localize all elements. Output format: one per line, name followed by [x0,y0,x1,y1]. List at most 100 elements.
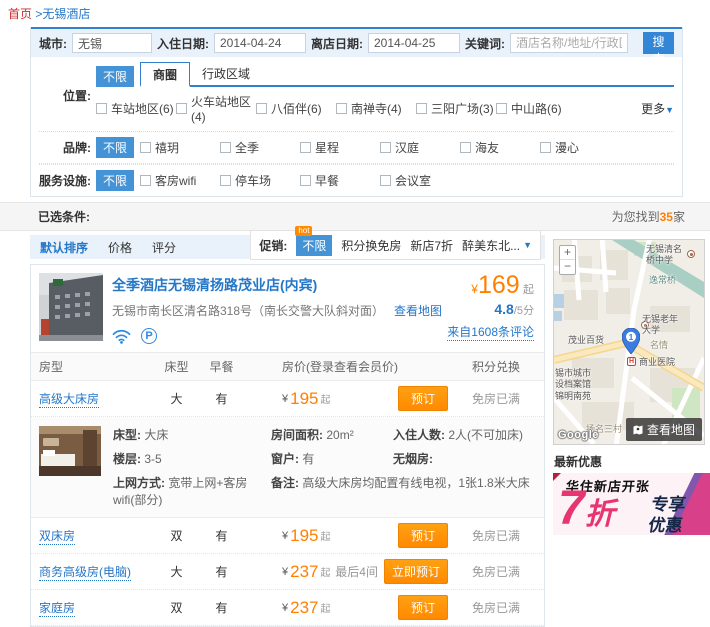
promo-dropdown[interactable]: 醉美东北...▼ [462,237,532,254]
location-option[interactable]: 三阳广场(3) [416,100,496,117]
checkbox[interactable] [176,103,187,114]
room-row: 高级大床房 大 有 ¥195起 预订 免房已满 [31,381,544,417]
facility-option[interactable]: 早餐 [300,172,380,189]
checkbox[interactable] [380,175,391,186]
room-type-link[interactable]: 双床房 [39,529,75,545]
room-type-link[interactable]: 商务高级房(电脑) [39,565,131,581]
checkbox[interactable] [496,103,507,114]
brand-option[interactable]: 漫心 [540,139,620,156]
location-option[interactable]: 火车站地区(4) [176,93,256,124]
brand-option[interactable]: 星程 [300,139,380,156]
facility-option[interactable]: 停车场 [220,172,300,189]
promo-ad-banner[interactable]: 华住新店开张 7折 专享 优惠 [553,473,710,535]
book-button[interactable]: 预订 [398,386,448,411]
google-logo: Google [558,429,599,441]
facility-option[interactable]: 会议室 [380,172,460,189]
breadcrumb-current: 无锡酒店 [42,7,90,21]
book-button[interactable]: 预订 [398,595,448,620]
tab-business-area[interactable]: 商圈 [140,62,190,87]
wifi-icon [112,329,131,344]
mini-map[interactable]: 无锡清名桥中学 逸常桥 无锡老年大学 茂业百货 名情 H 商业医院 锡市城市 设… [553,239,705,445]
book-button[interactable]: 预订 [398,523,448,548]
checkbox[interactable] [416,103,427,114]
sort-score[interactable]: 评分 [152,239,176,256]
location-option[interactable]: 车站地区(6) [96,100,176,117]
zoom-out-button[interactable]: − [560,260,575,274]
checkbox[interactable] [300,142,311,153]
promo-unlimited-badge[interactable]: 不限 [296,235,332,256]
checkout-input[interactable] [368,33,460,53]
keyword-input[interactable] [510,33,628,53]
book-now-button[interactable]: 立即预订 [384,559,448,584]
checkbox[interactable] [140,142,151,153]
promo-new-store[interactable]: 新店7折 [410,237,453,254]
reviews-link[interactable]: 来自1608条评论 [447,323,534,341]
checkbox[interactable] [300,175,311,186]
map-poi-residence: 锦明南苑 [555,391,591,402]
hotel-photo[interactable] [39,273,103,341]
redeem-status: 免房已满 [456,599,536,616]
brand-unlimited-badge[interactable]: 不限 [96,137,134,158]
facility-option[interactable]: 客房wifi [140,172,220,189]
hospital-icon: H [627,357,636,366]
sort-price[interactable]: 价格 [108,239,132,256]
map-pin[interactable]: 1 [622,328,640,354]
svg-text:1: 1 [629,332,634,342]
checkbox[interactable] [220,142,231,153]
checkbox[interactable] [220,175,231,186]
map-poi-bridge: 逸常桥 [649,275,676,286]
hot-badge: hot [295,226,312,236]
filter-box: 位置: 不限 商圈 行政区域 车站地区(6) 火车站地区(4) 八佰伴(6) 南… [31,57,682,196]
location-option[interactable]: 八佰伴(6) [256,100,336,117]
brand-option[interactable]: 全季 [220,139,300,156]
sort-default[interactable]: 默认排序 [40,239,88,256]
ad-subtext: 专享 优惠 [647,494,687,535]
result-count-number: 35 [660,210,673,224]
checkbox[interactable] [96,103,107,114]
brand-option[interactable]: 汉庭 [380,139,460,156]
checkbox[interactable] [460,142,471,153]
brand-option[interactable]: 禧玥 [140,139,220,156]
location-unlimited-badge[interactable]: 不限 [96,66,134,87]
room-table-header: 房型 床型 早餐 房价(登录查看会员价) 积分兑换 [31,352,544,381]
hotel-name-link[interactable]: 全季酒店无锡清扬路茂业店(内宾) [112,275,424,295]
map-icon [633,425,643,435]
room-price: 237 [290,598,318,618]
location-option[interactable]: 中山路(6) [496,100,576,117]
promo-points-free[interactable]: 积分换免房 [341,237,401,254]
room-row: 家庭房 双 有 ¥237起 预订 免房已满 [31,590,544,626]
facility-unlimited-badge[interactable]: 不限 [96,170,134,191]
checkbox[interactable] [140,175,151,186]
room-type-link[interactable]: 高级大床房 [39,392,99,408]
filter-row-location: 位置: 不限 商圈 行政区域 车站地区(6) 火车站地区(4) 八佰伴(6) 南… [39,59,674,132]
hotel-price: 169 [478,271,520,299]
tab-admin-district[interactable]: 行政区域 [190,62,262,85]
room-type-link[interactable]: 家庭房 [39,601,75,617]
checkbox[interactable] [336,103,347,114]
checkbox[interactable] [256,103,267,114]
parking-icon: P [141,328,157,344]
location-option[interactable]: 南禅寺(4) [336,100,416,117]
hotel-score: 4.8 [494,301,513,317]
checkout-label: 离店日期: [311,35,363,52]
checkbox[interactable] [380,142,391,153]
brand-label: 品牌: [39,139,91,156]
breadcrumb-home-link[interactable]: 首页 [8,7,32,21]
map-poi-school: 无锡清名桥中学 [646,244,686,266]
more-link[interactable]: 更多▼ [641,100,674,117]
checkbox[interactable] [540,142,551,153]
zoom-in-button[interactable]: + [560,246,575,260]
brand-option[interactable]: 海友 [460,139,540,156]
search-button[interactable]: 搜索 [643,32,674,54]
view-map-button[interactable]: 查看地图 [626,418,702,441]
promo-label: 促销: [259,237,287,254]
room-photo[interactable] [39,426,101,476]
city-label: 城市: [39,35,67,52]
latest-offers-title: 最新优惠 [554,453,710,470]
redeem-status: 免房已满 [456,563,536,580]
location-label: 位置: [39,87,91,104]
hotel-address: 无锡市南长区清名路318号（南长交警大队斜对面） 查看地图 [112,302,424,319]
checkin-input[interactable] [214,33,306,53]
city-input[interactable] [72,33,152,53]
filter-row-facility: 服务设施: 不限 客房wifi 停车场 早餐 会议室 [39,164,674,196]
